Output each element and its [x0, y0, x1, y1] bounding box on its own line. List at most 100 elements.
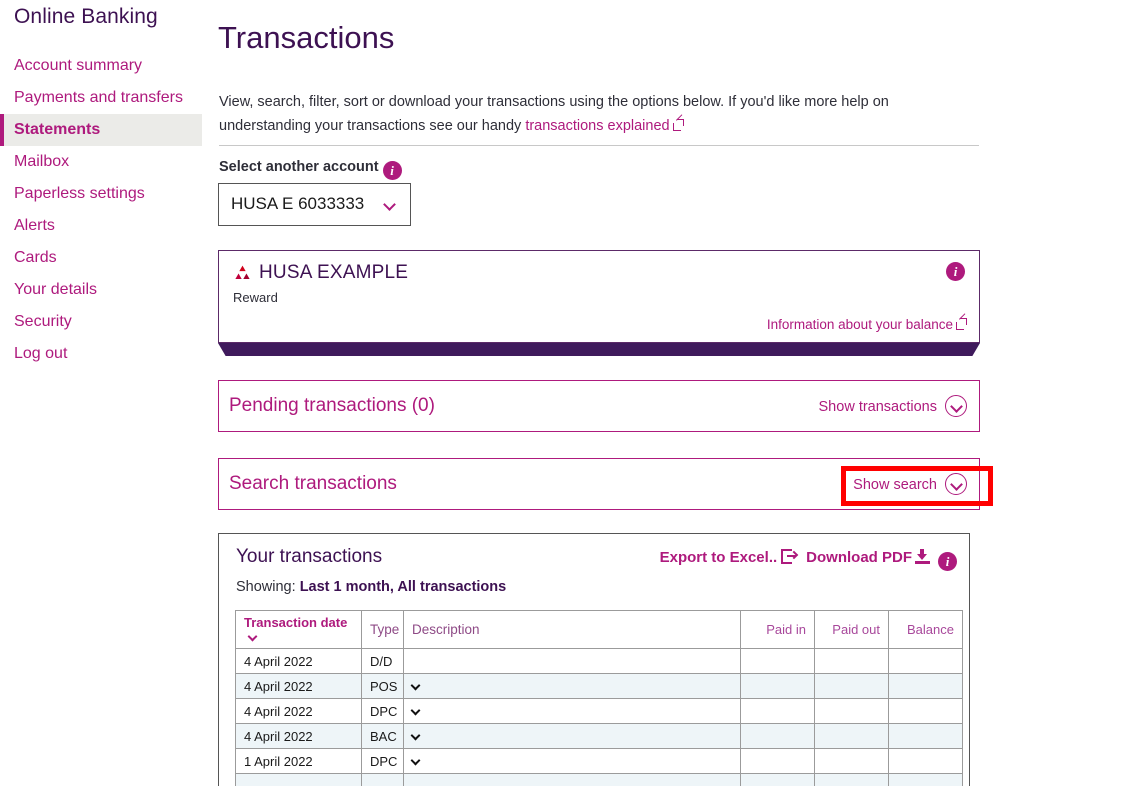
table-header-row: Transaction date Type Description Paid i… [235, 610, 963, 649]
show-search-label: Show search [853, 477, 937, 493]
cell-balance [888, 723, 963, 749]
column-header-transaction-date[interactable]: Transaction date [235, 610, 362, 649]
search-transactions-panel[interactable]: Search transactions Show search [218, 458, 993, 510]
cell-paid-out [814, 698, 889, 724]
sidebar-item-statements[interactable]: Statements [0, 114, 202, 146]
account-subtitle: Reward [233, 290, 278, 305]
bank-logo-icon [235, 265, 250, 280]
your-transactions-title: Your transactions [236, 546, 383, 567]
cell-transaction-date: 4 April 2022 [235, 723, 362, 749]
chevron-down-circle-icon [945, 395, 967, 417]
brand-title: Online Banking [14, 5, 158, 28]
cell-paid-out [814, 648, 889, 674]
row-expand-chevron-down-icon[interactable] [410, 730, 421, 741]
account-info-icon[interactable]: i [946, 262, 965, 281]
select-account-label-text: Select another account [219, 159, 379, 175]
cell-description[interactable] [403, 673, 741, 699]
column-header-balance: Balance [888, 610, 963, 649]
download-icon[interactable] [915, 549, 930, 564]
cell-transaction-date: 4 April 2022 [235, 648, 362, 674]
cell-transaction-date: 4 April 2022 [235, 698, 362, 724]
export-to-excel-button[interactable]: Export to Excel.. [660, 549, 778, 566]
showing-label: Showing: [236, 579, 296, 595]
balance-info-link[interactable]: Information about your balance [766, 313, 967, 332]
showing-value: Last 1 month, All transactions [299, 579, 507, 595]
page-title: Transactions [218, 20, 395, 55]
sidebar-item-security[interactable]: Security [0, 306, 202, 338]
column-header-paid-in: Paid in [740, 610, 815, 649]
cell-paid-in [740, 773, 815, 786]
cell-paid-out [814, 723, 889, 749]
transactions-explained-link[interactable]: transactions explained [525, 118, 669, 134]
cell-paid-in [740, 748, 815, 774]
table-row[interactable]: 1 April 2022 DPC [235, 748, 963, 774]
cell-paid-out [814, 773, 889, 786]
table-row[interactable]: 4 April 2022 BAC [235, 723, 963, 749]
account-card: HUSA EXAMPLE Reward i Information about … [218, 250, 980, 343]
show-transactions-toggle[interactable]: Show transactions [819, 395, 967, 417]
cell-paid-out [814, 748, 889, 774]
cell-description[interactable] [403, 648, 741, 674]
pending-transactions-title: Pending transactions (0) [229, 395, 435, 416]
download-pdf-button[interactable]: Download PDF [806, 549, 912, 566]
cell-transaction-date [235, 773, 362, 786]
info-icon[interactable]: i [382, 161, 402, 180]
sidebar-item-payments-and-transfers[interactable]: Payments and transfers [0, 82, 202, 114]
table-row[interactable]: 4 April 2022 DPC [235, 698, 963, 724]
sidebar-item-paperless-settings[interactable]: Paperless settings [0, 178, 202, 210]
account-select[interactable]: HUSA E 6033333 [218, 183, 411, 226]
table-row[interactable]: 4 April 2022 POS [235, 673, 963, 699]
transactions-info-icon[interactable]: i [938, 552, 957, 571]
cell-balance [888, 648, 963, 674]
account-card-footer-bar [218, 343, 980, 356]
column-header-type: Type [361, 610, 404, 649]
row-expand-chevron-down-icon[interactable] [410, 705, 421, 716]
cell-type: POS [361, 673, 404, 699]
cell-paid-in [740, 698, 815, 724]
cell-type: DPC [361, 748, 404, 774]
cell-description[interactable] [403, 748, 741, 774]
page-intro: View, search, filter, sort or download y… [219, 90, 979, 138]
cell-paid-in [740, 673, 815, 699]
table-row[interactable]: 4 April 2022 D/D [235, 648, 963, 674]
select-account-label: Select another account i [219, 159, 402, 180]
cell-paid-in [740, 648, 815, 674]
account-name: HUSA EXAMPLE [259, 262, 409, 283]
cell-description[interactable] [403, 723, 741, 749]
sidebar-item-account-summary[interactable]: Account summary [0, 50, 202, 82]
chevron-down-icon [383, 198, 396, 211]
cell-transaction-date: 4 April 2022 [235, 673, 362, 699]
show-search-toggle[interactable]: Show search [853, 473, 967, 495]
cell-type: DPC [361, 698, 404, 724]
cell-paid-out [814, 673, 889, 699]
balance-info-link-text: Information about your balance [766, 317, 953, 332]
transactions-actions: Export to Excel.. Download PDF i [660, 549, 957, 571]
pending-transactions-panel[interactable]: Pending transactions (0) Show transactio… [218, 380, 980, 432]
external-link-icon [672, 114, 684, 131]
cell-description[interactable] [403, 698, 741, 724]
cell-balance [888, 698, 963, 724]
external-link-icon [956, 313, 967, 330]
table-row[interactable] [235, 773, 963, 786]
sidebar-item-log-out[interactable]: Log out [0, 338, 202, 370]
column-header-paid-out: Paid out [814, 610, 889, 649]
cell-type: D/D [361, 648, 404, 674]
cell-balance [888, 673, 963, 699]
row-expand-chevron-down-icon[interactable] [410, 755, 421, 766]
main-content: Transactions View, search, filter, sort … [202, 0, 1130, 786]
search-transactions-title: Search transactions [229, 473, 397, 494]
cell-description[interactable] [403, 773, 741, 786]
account-select-value: HUSA E 6033333 [231, 194, 365, 213]
row-expand-chevron-down-icon[interactable] [410, 680, 421, 691]
cell-paid-in [740, 723, 815, 749]
export-icon[interactable] [781, 549, 799, 564]
your-transactions-panel: Your transactions Export to Excel.. Downl… [218, 533, 970, 786]
cell-balance [888, 748, 963, 774]
sidebar-item-mailbox[interactable]: Mailbox [0, 146, 202, 178]
sidebar-item-your-details[interactable]: Your details [0, 274, 202, 306]
sidebar-item-alerts[interactable]: Alerts [0, 210, 202, 242]
column-header-description: Description [403, 610, 741, 649]
sidebar-item-cards[interactable]: Cards [0, 242, 202, 274]
online-banking-page: Online Banking Account summary Payments a… [0, 0, 1130, 786]
show-transactions-label: Show transactions [818, 399, 937, 415]
